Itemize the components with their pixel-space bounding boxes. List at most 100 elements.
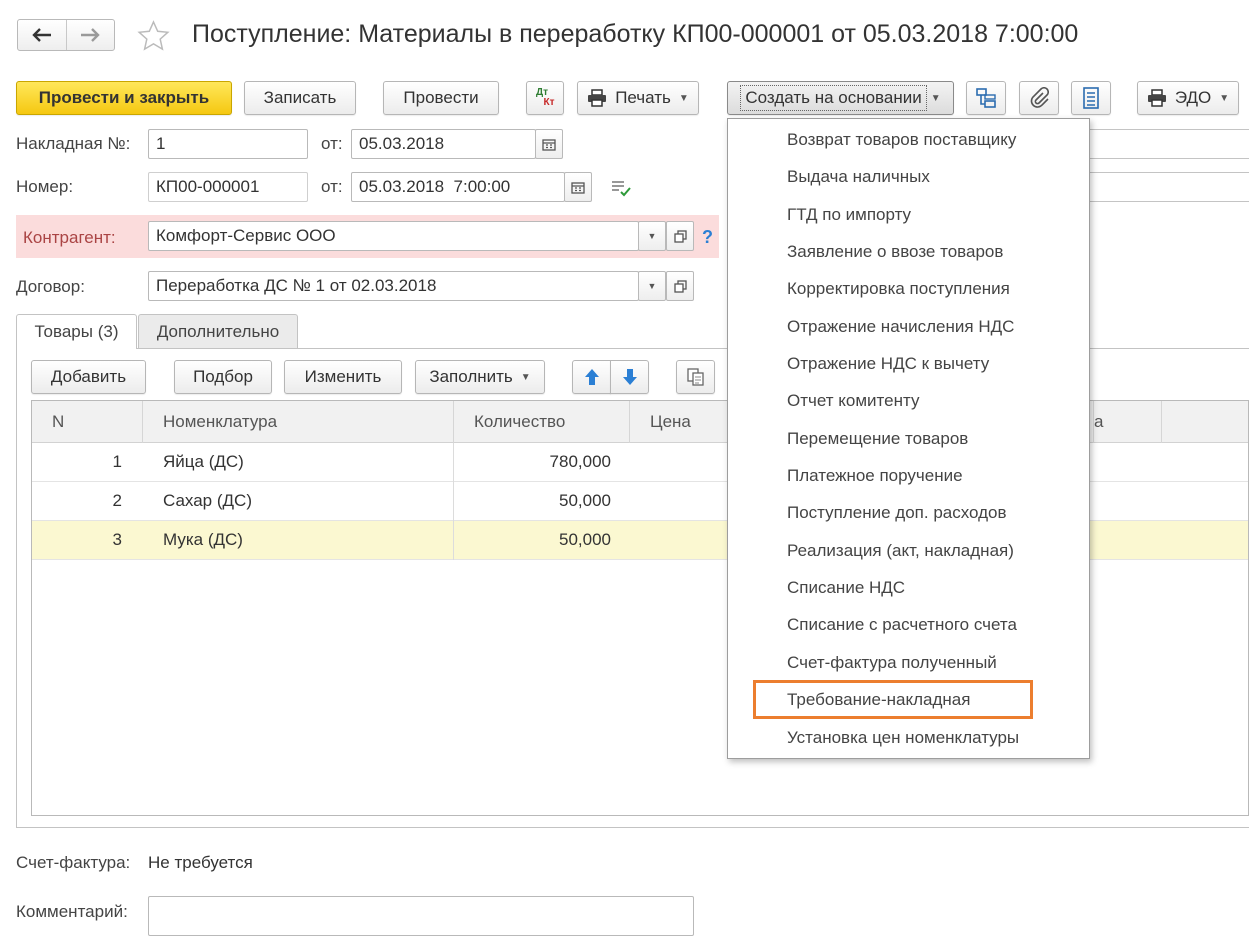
edo-label: ЭДО	[1174, 88, 1212, 107]
invoice-calendar-button[interactable]	[535, 129, 563, 159]
row-quantity: 50,000	[559, 491, 611, 510]
number-label: Номер:	[16, 177, 74, 196]
comment-label: Комментарий:	[16, 902, 128, 921]
header-sum-label: а	[1094, 412, 1104, 431]
contract-label: Договор:	[16, 277, 85, 296]
copy-button[interactable]	[676, 360, 715, 394]
document-list-icon	[1083, 87, 1099, 109]
invoice-date-field[interactable]: 05.03.2018	[351, 129, 536, 159]
menu-item[interactable]: Списание с расчетного счета	[728, 606, 1089, 643]
calendar-icon	[571, 181, 585, 194]
menu-item-highlighted[interactable]: Требование-накладная	[753, 680, 1033, 719]
arrow-left-icon	[32, 28, 51, 42]
invoice-footer-label: Счет-фактура:	[16, 853, 131, 872]
arrow-down-icon	[622, 369, 637, 385]
menu-item[interactable]: Корректировка поступления	[728, 270, 1089, 307]
hierarchy-icon	[976, 88, 996, 108]
row-number: 1	[112, 452, 122, 471]
chevron-down-icon: ▼	[520, 371, 531, 383]
row-quantity: 50,000	[559, 530, 611, 549]
menu-item[interactable]: Установка цен номенклатуры	[728, 719, 1089, 756]
check-list-icon[interactable]	[610, 179, 632, 202]
comment-input[interactable]	[148, 896, 694, 936]
row-number: 2	[112, 491, 122, 510]
contract-open-button[interactable]	[666, 271, 694, 301]
tab-additional[interactable]: Дополнительно	[138, 314, 298, 348]
counterparty-open-button[interactable]	[666, 221, 694, 251]
chevron-down-icon: ▼	[930, 92, 941, 104]
menu-item[interactable]: Возврат товаров поставщику	[728, 121, 1089, 158]
row-nomenclature: Сахар (ДС)	[163, 491, 252, 510]
menu-item[interactable]: Заявление о ввозе товаров	[728, 233, 1089, 270]
open-window-icon	[673, 229, 687, 243]
header-sum[interactable]: а	[1094, 401, 1162, 443]
add-row-button[interactable]: Добавить	[31, 360, 146, 394]
menu-item[interactable]: Счет-фактура полученный	[728, 644, 1089, 681]
save-button[interactable]: Записать	[244, 81, 356, 115]
printer-icon	[588, 89, 607, 107]
attach-button[interactable]	[1019, 81, 1059, 115]
back-button[interactable]	[18, 20, 67, 50]
dt-kt-button[interactable]: Дт Кт	[526, 81, 564, 115]
header-quantity[interactable]: Количество	[454, 401, 630, 443]
page-title: Поступление: Материалы в переработку КП0…	[192, 20, 1079, 48]
number-field: КП00-000001	[148, 172, 308, 202]
favorite-star-icon[interactable]	[137, 20, 170, 57]
header-n[interactable]: N	[32, 401, 143, 443]
open-window-icon	[673, 279, 687, 293]
menu-item[interactable]: ГТД по импорту	[728, 196, 1089, 233]
row-number: 3	[112, 530, 122, 549]
invoice-date-label: от:	[321, 134, 343, 153]
help-icon[interactable]: ?	[702, 227, 713, 248]
counterparty-dropdown-button[interactable]: ▼	[638, 221, 666, 251]
menu-item[interactable]: Выдача наличных	[728, 158, 1089, 195]
move-up-button[interactable]	[572, 360, 611, 394]
edo-printer-icon	[1147, 89, 1166, 107]
number-calendar-button[interactable]	[564, 172, 592, 202]
fill-label: Заполнить	[429, 367, 513, 386]
post-and-close-button[interactable]: Провести и закрыть	[16, 81, 232, 115]
contract-field[interactable]: Переработка ДС № 1 от 02.03.2018	[148, 271, 639, 301]
tab-goods[interactable]: Товары (3)	[16, 314, 137, 349]
menu-item[interactable]: Перемещение товаров	[728, 420, 1089, 457]
menu-item[interactable]: Реализация (акт, накладная)	[728, 532, 1089, 569]
menu-item[interactable]: Поступление доп. расходов	[728, 494, 1089, 531]
arrow-right-icon	[81, 28, 100, 42]
post-button[interactable]: Провести	[383, 81, 499, 115]
counterparty-field[interactable]: Комфорт-Сервис ООО	[148, 221, 639, 251]
print-button[interactable]: Печать ▼	[577, 81, 699, 115]
structure-button[interactable]	[966, 81, 1006, 115]
copy-icon	[686, 368, 704, 386]
create-based-on-menu: Возврат товаров поставщику Выдача наличн…	[727, 118, 1090, 759]
header-nomenclature[interactable]: Номенклатура	[143, 401, 454, 443]
forward-button[interactable]	[67, 20, 115, 50]
edit-row-button[interactable]: Изменить	[284, 360, 402, 394]
fill-button[interactable]: Заполнить ▼	[415, 360, 545, 394]
invoice-number-field[interactable]: 1	[148, 129, 308, 159]
contract-dropdown-button[interactable]: ▼	[638, 271, 666, 301]
menu-item[interactable]: Отчет комитенту	[728, 382, 1089, 419]
nav-group	[17, 19, 115, 51]
arrow-up-icon	[584, 369, 599, 385]
create-based-on-button[interactable]: Создать на основании ▼	[727, 81, 954, 115]
menu-item[interactable]: Списание НДС	[728, 569, 1089, 606]
create-based-on-label: Создать на основании	[740, 85, 927, 111]
edo-button[interactable]: ЭДО ▼	[1137, 81, 1239, 115]
row-nomenclature: Яйца (ДС)	[163, 452, 244, 471]
chevron-down-icon: ▼	[647, 231, 657, 241]
menu-item[interactable]: Отражение начисления НДС	[728, 308, 1089, 345]
move-down-button[interactable]	[610, 360, 649, 394]
number-date-field[interactable]: 05.03.2018 7:00:00	[351, 172, 565, 202]
menu-item[interactable]: Платежное поручение	[728, 457, 1089, 494]
chevron-down-icon: ▼	[678, 92, 689, 104]
row-quantity: 780,000	[549, 452, 611, 471]
invoice-number-label: Накладная №:	[16, 134, 131, 153]
col-divider	[453, 443, 454, 560]
menu-item[interactable]: Отражение НДС к вычету	[728, 345, 1089, 382]
paperclip-icon	[1030, 87, 1049, 108]
chevron-down-icon: ▼	[647, 281, 657, 291]
invoice-footer-value: Не требуется	[148, 853, 253, 872]
hidden-field-2	[1085, 172, 1249, 202]
list-button[interactable]	[1071, 81, 1111, 115]
select-button[interactable]: Подбор	[174, 360, 272, 394]
